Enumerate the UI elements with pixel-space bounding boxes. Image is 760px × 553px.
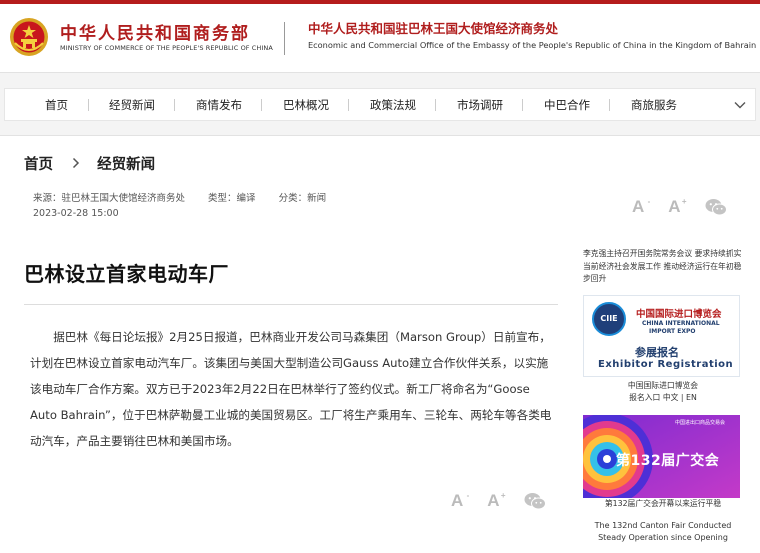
article-date: 2023-02-28 15:00 xyxy=(33,208,119,219)
office-name-cn[interactable]: 中华人民共和国驻巴林王国大使馆经济商务处 xyxy=(308,18,558,37)
ciie-entry-link[interactable]: 报名入口 xyxy=(629,393,660,402)
font-increase-button[interactable]: A + xyxy=(487,491,505,511)
ciie-banner[interactable]: CIIE 中国国际进口博览会 CHINA INTERNATIONAL IMPOR… xyxy=(583,295,740,377)
article-source: 来源：驻巴林王国大使馆经济商务处 xyxy=(33,193,186,204)
font-decrease-glyph: A xyxy=(632,197,645,216)
office-name-en: Economic and Commercial Office of the Em… xyxy=(308,40,757,50)
ministry-name-cn[interactable]: 中华人民共和国商务部 xyxy=(60,19,250,44)
ciie-links: 报名入口 中文 | EN xyxy=(583,392,743,404)
nav-item-business-info[interactable]: 商情发布 xyxy=(196,97,242,113)
ciie-caption: 中国国际进口博览会 报名入口 中文 | EN xyxy=(583,380,743,404)
ciie-lang-en-link[interactable]: EN xyxy=(686,393,697,402)
plus-glyph: + xyxy=(681,197,687,206)
ciie-register-en: Exhibitor Registration xyxy=(598,359,734,370)
nav-separator xyxy=(348,99,349,111)
font-increase-button[interactable]: A + xyxy=(668,197,686,217)
ciie-register-cn: 参展报名 xyxy=(635,346,679,359)
ciie-banner-title-en-1: CHINA INTERNATIONAL xyxy=(642,320,720,327)
nav-item-bahrain-overview[interactable]: 巴林概况 xyxy=(283,97,329,113)
article-type: 类型：编译 xyxy=(208,193,256,204)
nav-item-business-travel[interactable]: 商旅服务 xyxy=(631,97,677,113)
nav-separator xyxy=(609,99,610,111)
title-divider xyxy=(24,304,558,305)
ciie-logo: CIIE xyxy=(592,302,626,336)
nav-item-home[interactable]: 首页 xyxy=(45,97,68,113)
plus-glyph: + xyxy=(500,491,506,500)
canton-caption-cn[interactable]: 第132届广交会开幕以来运行平稳 xyxy=(583,498,743,509)
lang-separator: | xyxy=(680,393,684,402)
article-meta: 来源：驻巴林王国大使馆经济商务处 类型：编译 分类：新闻 xyxy=(33,190,346,204)
site-header: 中华人民共和国商务部 MINISTRY OF COMMERCE OF THE P… xyxy=(0,4,760,72)
breadcrumb-home[interactable]: 首页 xyxy=(24,157,53,173)
nav-bar: 首页 经贸新闻 商情发布 巴林概况 政策法规 市场调研 中巴合作 商旅服务 xyxy=(4,88,756,121)
ciie-banner-title-cn: 中国国际进口博览会 xyxy=(636,309,722,320)
breadcrumb: 首页 经贸新闻 xyxy=(24,153,155,174)
article-tools-top: A- A + xyxy=(632,197,727,217)
national-emblem-icon[interactable] xyxy=(9,17,49,57)
header-divider xyxy=(284,22,285,55)
nav-item-policies[interactable]: 政策法规 xyxy=(370,97,416,113)
canton-banner-title: 第132届广交会 xyxy=(616,453,720,469)
chevron-right-icon xyxy=(73,157,80,169)
canton-banner-tag: 中国进出口商品交易会 xyxy=(675,420,726,426)
nav-item-market-research[interactable]: 市场调研 xyxy=(457,97,503,113)
article-category: 分类：新闻 xyxy=(278,193,327,204)
wechat-icon[interactable] xyxy=(524,492,546,510)
article-tools-bottom: A- A + xyxy=(451,491,546,511)
ciie-banner-title-en-2: IMPORT EXPO xyxy=(649,328,696,335)
ciie-caption-title: 中国国际进口博览会 xyxy=(627,381,699,390)
nav-separator xyxy=(174,99,175,111)
nav-item-cooperation[interactable]: 中巴合作 xyxy=(544,97,590,113)
nav-separator xyxy=(435,99,436,111)
wechat-icon[interactable] xyxy=(705,198,727,216)
font-decrease-button[interactable]: A- xyxy=(632,197,650,217)
article-body: 据巴林《每日论坛报》2月25日报道，巴林商业开发公司马森集团（Marson Gr… xyxy=(30,324,554,454)
nav-separator xyxy=(88,99,89,111)
font-increase-glyph: A xyxy=(487,491,500,510)
canton-fair-banner[interactable]: 中国进出口商品交易会 第132届广交会 xyxy=(583,415,740,498)
article-paragraph: 据巴林《每日论坛报》2月25日报道，巴林商业开发公司马森集团（Marson Gr… xyxy=(30,330,552,448)
canton-caption-en[interactable]: The 132nd Canton Fair Conducted Steady O… xyxy=(583,520,743,544)
nav-item-trade-news[interactable]: 经贸新闻 xyxy=(109,97,155,113)
main-nav: 首页 经贸新闻 商情发布 巴林概况 政策法规 市场调研 中巴合作 商旅服务 xyxy=(0,72,760,136)
ministry-name-en: MINISTRY OF COMMERCE OF THE PEOPLE'S REP… xyxy=(60,44,273,52)
nav-separator xyxy=(261,99,262,111)
chevron-down-icon[interactable] xyxy=(733,98,747,112)
article-title: 巴林设立首家电动车厂 xyxy=(24,262,229,286)
sidebar-news-link[interactable]: 李克强主持召开国务院常务会议 要求持续抓实当前经济社会发展工作 推动经济运行在年… xyxy=(583,248,743,286)
nav-separator xyxy=(522,99,523,111)
font-decrease-glyph: A xyxy=(451,491,464,510)
font-increase-glyph: A xyxy=(668,197,681,216)
ciie-lang-cn-link[interactable]: 中文 xyxy=(663,393,679,402)
breadcrumb-section[interactable]: 经贸新闻 xyxy=(97,157,155,173)
font-decrease-button[interactable]: A- xyxy=(451,491,469,511)
minus-glyph: - xyxy=(647,197,651,206)
minus-glyph: - xyxy=(466,491,470,500)
